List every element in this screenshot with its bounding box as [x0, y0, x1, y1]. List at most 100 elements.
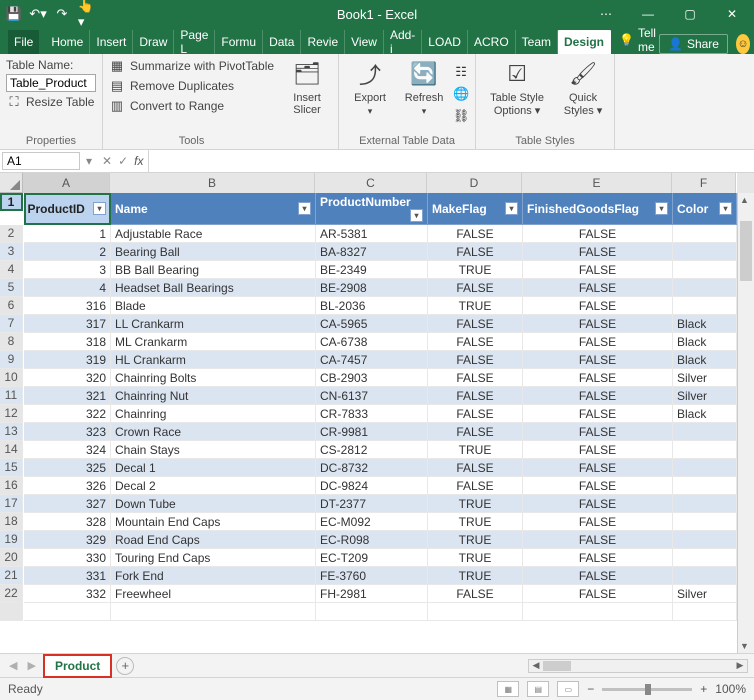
row-header[interactable]: 15: [0, 459, 23, 477]
row-header[interactable]: 7: [0, 315, 23, 333]
cell[interactable]: AR-5381: [316, 225, 428, 243]
cell[interactable]: Crown Race: [111, 423, 316, 441]
tab-view[interactable]: View: [345, 30, 384, 54]
cell[interactable]: FALSE: [523, 477, 673, 495]
cell[interactable]: FALSE: [523, 459, 673, 477]
fx-label[interactable]: fx: [134, 154, 147, 168]
select-all-corner[interactable]: [0, 173, 23, 193]
cell[interactable]: Mountain End Caps: [111, 513, 316, 531]
table-name-input[interactable]: [6, 74, 96, 92]
cell[interactable]: TRUE: [428, 495, 523, 513]
cell[interactable]: HL Crankarm: [111, 351, 316, 369]
cell[interactable]: 325: [24, 459, 111, 477]
row-header[interactable]: 5: [0, 279, 23, 297]
cell[interactable]: Silver: [673, 585, 737, 603]
filter-icon[interactable]: ▾: [93, 202, 106, 215]
table-style-options-button[interactable]: ☑Table Style Options ▾: [482, 58, 552, 117]
zoom-in-button[interactable]: +: [700, 682, 707, 696]
cell[interactable]: Chainring: [111, 405, 316, 423]
tab-home[interactable]: Home: [45, 30, 90, 54]
zoom-out-button[interactable]: −: [587, 682, 594, 696]
cell[interactable]: [673, 531, 737, 549]
row-header[interactable]: 21: [0, 567, 23, 585]
hscroll-thumb[interactable]: [543, 661, 571, 671]
cell[interactable]: FALSE: [523, 423, 673, 441]
cell[interactable]: CR-7833: [316, 405, 428, 423]
tab-data[interactable]: Data: [263, 30, 301, 54]
enter-formula-icon[interactable]: ✓: [118, 154, 128, 168]
cell[interactable]: Silver: [673, 387, 737, 405]
cell[interactable]: Black: [673, 351, 737, 369]
row-header[interactable]: 2: [0, 225, 23, 243]
cell[interactable]: [673, 441, 737, 459]
namebox-dropdown-icon[interactable]: ▾: [82, 154, 96, 168]
cell[interactable]: [673, 243, 737, 261]
maximize-button[interactable]: ▢: [672, 3, 708, 25]
hscroll-left-icon[interactable]: ◀: [529, 660, 543, 672]
cell[interactable]: Freewheel: [111, 585, 316, 603]
cell[interactable]: CS-2812: [316, 441, 428, 459]
zoom-slider[interactable]: [602, 688, 692, 691]
feedback-icon[interactable]: ☺: [736, 34, 750, 54]
cell[interactable]: Touring End Caps: [111, 549, 316, 567]
cell[interactable]: FALSE: [523, 567, 673, 585]
tell-me[interactable]: 💡Tell me: [611, 26, 659, 54]
cell[interactable]: [673, 549, 737, 567]
summarize-pivot-button[interactable]: ▦Summarize with PivotTable: [109, 58, 274, 74]
convert-range-button[interactable]: ▥Convert to Range: [109, 98, 274, 114]
cell[interactable]: FALSE: [523, 495, 673, 513]
cell[interactable]: CA-6738: [316, 333, 428, 351]
cell[interactable]: [673, 279, 737, 297]
hscroll-right-icon[interactable]: ▶: [733, 660, 747, 672]
cell[interactable]: 319: [24, 351, 111, 369]
cell[interactable]: EC-M092: [316, 513, 428, 531]
cell[interactable]: DC-9824: [316, 477, 428, 495]
cell[interactable]: BL-2036: [316, 297, 428, 315]
cell[interactable]: FALSE: [428, 387, 523, 405]
table-header-makeflag[interactable]: MakeFlag▾: [428, 193, 523, 225]
cell[interactable]: 3: [24, 261, 111, 279]
cell[interactable]: [673, 459, 737, 477]
row-header[interactable]: 8: [0, 333, 23, 351]
row-header[interactable]: 9: [0, 351, 23, 369]
cell[interactable]: FALSE: [523, 351, 673, 369]
cell[interactable]: Black: [673, 315, 737, 333]
quick-styles-button[interactable]: 🖌Quick Styles ▾: [558, 58, 608, 117]
unlink-icon[interactable]: ⛓: [453, 108, 469, 124]
insert-slicer-button[interactable]: 🗂 Insert Slicer: [282, 58, 332, 147]
cell[interactable]: FALSE: [428, 405, 523, 423]
table-header-productid[interactable]: ProductID▾: [24, 193, 111, 225]
cell[interactable]: Down Tube: [111, 495, 316, 513]
cell[interactable]: BE-2908: [316, 279, 428, 297]
properties-icon[interactable]: ☷: [453, 64, 469, 80]
cell[interactable]: FALSE: [523, 369, 673, 387]
sheet-nav-prev[interactable]: ◀: [6, 659, 20, 672]
horizontal-scrollbar[interactable]: ◀ ▶: [528, 659, 748, 673]
cell[interactable]: [673, 297, 737, 315]
cell[interactable]: FALSE: [523, 513, 673, 531]
cell[interactable]: [673, 225, 737, 243]
cell[interactable]: Bearing Ball: [111, 243, 316, 261]
cell[interactable]: Blade: [111, 297, 316, 315]
row-header[interactable]: 12: [0, 405, 23, 423]
row-header[interactable]: 13: [0, 423, 23, 441]
cell[interactable]: Chainring Nut: [111, 387, 316, 405]
cell[interactable]: FALSE: [523, 261, 673, 279]
cell[interactable]: 322: [24, 405, 111, 423]
cell[interactable]: FALSE: [523, 387, 673, 405]
col-header-d[interactable]: D: [427, 173, 522, 193]
scroll-thumb[interactable]: [740, 221, 752, 281]
tab-revie[interactable]: Revie: [301, 30, 345, 54]
tab-load[interactable]: LOAD: [422, 30, 468, 54]
cell[interactable]: [673, 513, 737, 531]
cell[interactable]: 323: [24, 423, 111, 441]
cell[interactable]: [673, 495, 737, 513]
scroll-down-icon[interactable]: ▼: [740, 641, 749, 651]
cell[interactable]: FALSE: [428, 585, 523, 603]
tab-insert[interactable]: Insert: [90, 30, 133, 54]
cell[interactable]: FALSE: [523, 585, 673, 603]
cell[interactable]: TRUE: [428, 261, 523, 279]
cell[interactable]: FALSE: [428, 477, 523, 495]
cell[interactable]: 320: [24, 369, 111, 387]
cell[interactable]: Fork End: [111, 567, 316, 585]
